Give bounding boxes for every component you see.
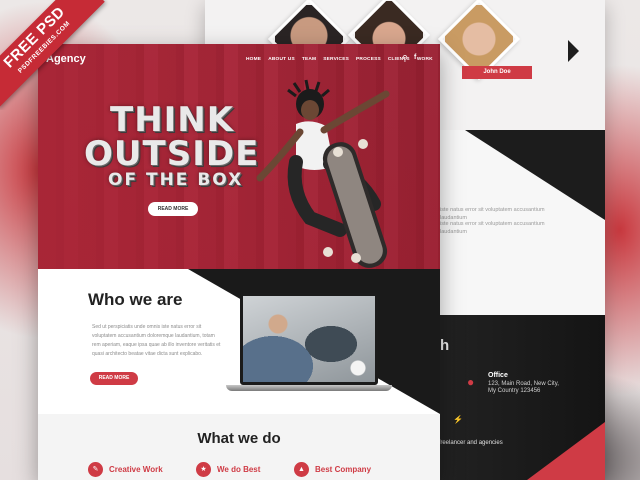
office-title: Office bbox=[488, 372, 508, 379]
red-corner-decoration bbox=[527, 422, 605, 480]
services-section: What we do ✎ Creative Work ★ We do Best … bbox=[38, 414, 440, 480]
body-text: iste natus error sit voluptatem accusant… bbox=[440, 221, 545, 235]
about-title: Who we are bbox=[88, 290, 183, 309]
bolt-icon: ⚡ bbox=[453, 415, 463, 424]
about-read-more-button[interactable]: READ MORE bbox=[90, 372, 138, 385]
nav-item-process[interactable]: PROCESS bbox=[356, 57, 381, 62]
team-member-name: John Doe bbox=[462, 66, 532, 79]
hero-read-more-button[interactable]: READ MORE bbox=[148, 202, 198, 216]
chart-icon: ▲ bbox=[294, 462, 309, 477]
search-icon[interactable]: ⚲ bbox=[402, 54, 408, 63]
laptop-base bbox=[226, 385, 392, 391]
thumb-icon: ★ bbox=[196, 462, 211, 477]
hero-headline-line3: OF THE BOX bbox=[108, 170, 244, 190]
arrow-right-icon[interactable] bbox=[568, 40, 579, 62]
about-text: Sed ut perspiciatis unde omnis iste natu… bbox=[92, 324, 221, 357]
service-item[interactable]: ▲ Best Company bbox=[294, 462, 371, 477]
footer-text: r freelancer and agencies bbox=[435, 440, 503, 446]
office-address: 123, Main Road, New City, bbox=[488, 381, 559, 387]
service-item[interactable]: ★ We do Best bbox=[196, 462, 260, 477]
nav-item-services[interactable]: SERVICES bbox=[323, 57, 349, 62]
service-item[interactable]: ✎ Creative Work bbox=[88, 462, 163, 477]
creative-icon: ✎ bbox=[88, 462, 103, 477]
service-label: Best Company bbox=[315, 465, 372, 474]
map-pin-icon: ● bbox=[467, 375, 475, 389]
laptop-image bbox=[240, 293, 378, 385]
service-label: We do Best bbox=[217, 465, 261, 474]
free-psd-ribbon: FREE PSD PSDFREEBIES.COM bbox=[0, 0, 110, 110]
about-section: Who we are Sed ut perspiciatis unde omni… bbox=[38, 269, 440, 434]
facebook-icon[interactable]: f bbox=[414, 54, 416, 61]
service-label: Creative Work bbox=[109, 465, 163, 474]
services-title: What we do bbox=[197, 430, 281, 447]
nav-item-about[interactable]: ABOUT US bbox=[268, 57, 295, 62]
nav-item-work[interactable]: WORK bbox=[417, 57, 433, 62]
office-address: My Country 123456 bbox=[488, 388, 541, 394]
nav-item-home[interactable]: HOME bbox=[246, 57, 261, 62]
nav-item-team[interactable]: TEAM bbox=[302, 57, 316, 62]
hero-headline-line2: OUTSIDE bbox=[84, 134, 260, 174]
ribbon-band: FREE PSD PSDFREEBIES.COM bbox=[0, 0, 105, 108]
